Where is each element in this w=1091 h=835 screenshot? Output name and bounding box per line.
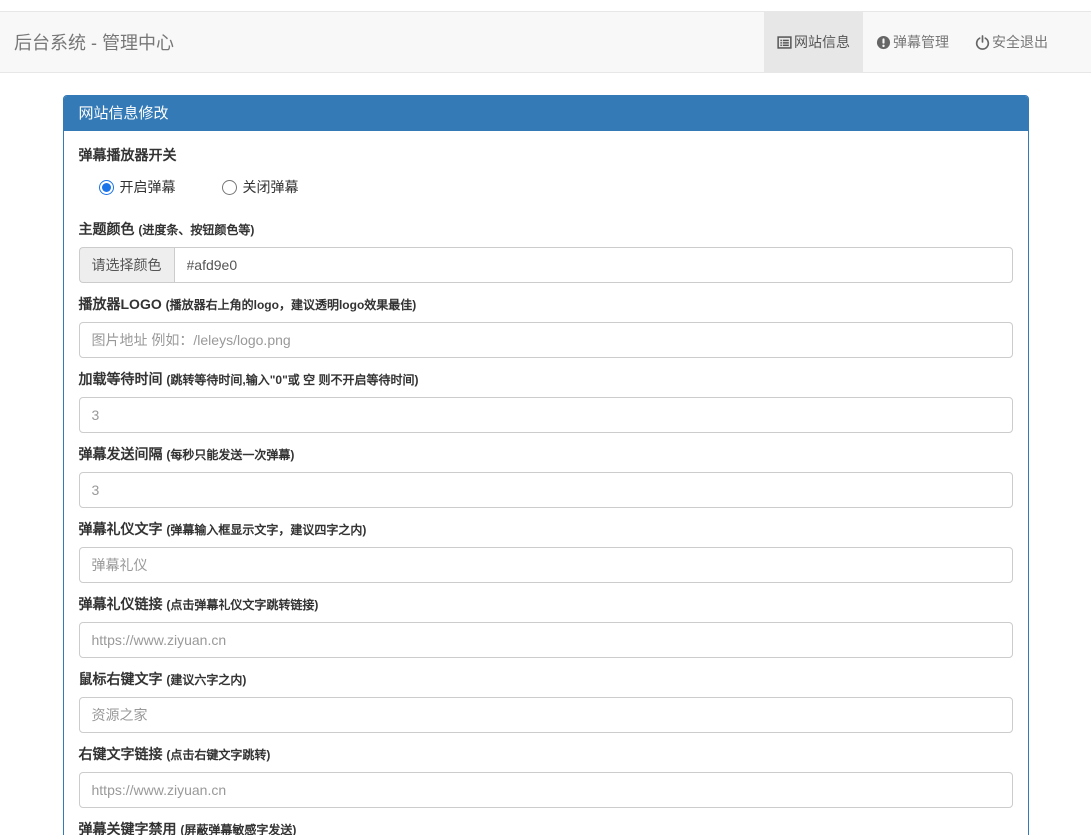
- right-click-link-input[interactable]: [79, 772, 1013, 808]
- navbar-menu: 网站信息 弹幕管理 安全退出: [764, 12, 1061, 72]
- nav-item-danmaku-manage[interactable]: 弹幕管理: [863, 12, 962, 72]
- danmaku-switch-options: 开启弹幕 关闭弹幕: [79, 177, 1013, 197]
- nav-item-logout[interactable]: 安全退出: [962, 12, 1061, 72]
- radio-enable-danmaku[interactable]: [99, 180, 114, 195]
- form-group-etiquette-link: 弹幕礼仪链接 (点击弹幕礼仪文字跳转链接): [79, 595, 1013, 658]
- radio-option-enable: 开启弹幕: [99, 177, 176, 197]
- nav-item-label: 安全退出: [992, 32, 1048, 52]
- field-label: 鼠标右键文字 (建议六字之内): [79, 670, 1013, 690]
- radio-option-disable: 关闭弹幕: [222, 177, 299, 197]
- radio-disable-danmaku[interactable]: [222, 180, 237, 195]
- field-hint: (每秒只能发送一次弹幕): [166, 448, 294, 462]
- field-hint: (点击弹幕礼仪文字跳转链接): [166, 598, 318, 612]
- field-hint: (弹幕输入框显示文字，建议四字之内): [166, 523, 366, 537]
- right-click-text-input[interactable]: [79, 697, 1013, 733]
- form-group-send-interval: 弹幕发送间隔 (每秒只能发送一次弹幕): [79, 445, 1013, 508]
- field-hint: (播放器右上角的logo，建议透明logo效果最佳): [166, 298, 417, 312]
- field-label: 弹幕礼仪文字 (弹幕输入框显示文字，建议四字之内): [79, 520, 1013, 540]
- field-hint: (进度条、按钮颜色等): [138, 223, 254, 237]
- field-hint: (建议六字之内): [166, 673, 246, 687]
- radio-label: 开启弹幕: [120, 177, 176, 197]
- form-group-player-logo: 播放器LOGO (播放器右上角的logo，建议透明logo效果最佳): [79, 295, 1013, 358]
- field-hint: (点击右键文字跳转): [166, 748, 270, 762]
- nav-item-label: 网站信息: [794, 32, 850, 52]
- form-group-right-click-text: 鼠标右键文字 (建议六字之内): [79, 670, 1013, 733]
- form-group-keyword-ban: 弹幕关键字禁用 (屏蔽弹幕敏感字发送): [79, 820, 1013, 835]
- form-group-load-wait-time: 加载等待时间 (跳转等待时间,输入"0"或 空 则不开启等待时间): [79, 370, 1013, 433]
- list-alt-icon: [777, 35, 792, 50]
- field-label: 弹幕发送间隔 (每秒只能发送一次弹幕): [79, 445, 1013, 465]
- etiquette-text-input[interactable]: [79, 547, 1013, 583]
- site-info-panel: 网站信息修改 弹幕播放器开关 开启弹幕 关闭弹幕 主题颜色 (进度条、按钮颜色等…: [63, 95, 1029, 835]
- etiquette-link-input[interactable]: [79, 622, 1013, 658]
- info-circle-icon: [876, 35, 891, 50]
- radio-label: 关闭弹幕: [243, 177, 299, 197]
- power-icon: [975, 35, 990, 50]
- player-logo-input[interactable]: [79, 322, 1013, 358]
- field-label: 播放器LOGO (播放器右上角的logo，建议透明logo效果最佳): [79, 295, 1013, 315]
- form-group-theme-color: 主题颜色 (进度条、按钮颜色等) 请选择颜色: [79, 220, 1013, 283]
- field-label: 右键文字链接 (点击右键文字跳转): [79, 745, 1013, 765]
- send-interval-input[interactable]: [79, 472, 1013, 508]
- form-group-etiquette-text: 弹幕礼仪文字 (弹幕输入框显示文字，建议四字之内): [79, 520, 1013, 583]
- load-wait-time-input[interactable]: [79, 397, 1013, 433]
- field-label-danmaku-switch: 弹幕播放器开关: [79, 146, 1013, 165]
- theme-color-input[interactable]: [174, 247, 1013, 283]
- field-label: 弹幕关键字禁用 (屏蔽弹幕敏感字发送): [79, 820, 1013, 835]
- form-group-right-click-link: 右键文字链接 (点击右键文字跳转): [79, 745, 1013, 808]
- field-label: 主题颜色 (进度条、按钮颜色等): [79, 220, 1013, 240]
- field-label: 加载等待时间 (跳转等待时间,输入"0"或 空 则不开启等待时间): [79, 370, 1013, 390]
- nav-item-site-info[interactable]: 网站信息: [764, 12, 863, 72]
- panel-body: 弹幕播放器开关 开启弹幕 关闭弹幕 主题颜色 (进度条、按钮颜色等) 请选择颜色: [64, 131, 1028, 835]
- panel-title: 网站信息修改: [64, 96, 1028, 131]
- app-title: 后台系统 - 管理中心: [14, 29, 174, 55]
- nav-item-label: 弹幕管理: [893, 32, 949, 52]
- field-label: 弹幕礼仪链接 (点击弹幕礼仪文字跳转链接): [79, 595, 1013, 615]
- color-picker-addon: 请选择颜色: [79, 247, 174, 283]
- field-hint: (跳转等待时间,输入"0"或 空 则不开启等待时间): [166, 373, 418, 387]
- field-hint: (屏蔽弹幕敏感字发送): [180, 823, 296, 835]
- top-navbar: 后台系统 - 管理中心 网站信息: [0, 11, 1091, 73]
